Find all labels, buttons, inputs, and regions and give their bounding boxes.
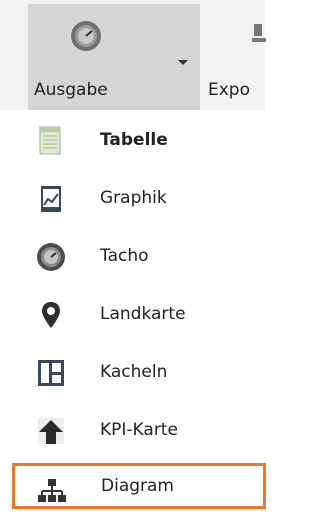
menu-item-label: Diagram [101,476,174,496]
menu-item-diagram[interactable]: Diagram [12,463,266,509]
menu-item-label: Tacho [100,246,149,266]
menu-item-graphik[interactable]: Graphik [28,176,238,222]
tiles-icon [38,360,64,386]
menu-item-kacheln[interactable]: Kacheln [28,350,238,396]
chart-icon [41,186,61,212]
chevron-down-icon [178,60,188,65]
org-chart-icon [38,479,66,502]
menu-item-label: Graphik [100,188,167,208]
table-icon [39,126,61,155]
menu-item-tacho[interactable]: Tacho [28,234,238,280]
menu-item-tabelle[interactable]: Tabelle [28,118,238,164]
export-button[interactable]: Expo [206,4,266,110]
menu-item-kpi-karte[interactable]: KPI-Karte [28,408,238,454]
export-button-label: Expo [208,80,250,100]
menu-item-label: Tabelle [100,130,168,150]
menu-item-label: KPI-Karte [100,420,178,440]
menu-item-landkarte[interactable]: Landkarte [28,292,238,338]
map-pin-icon [42,302,60,328]
export-icon [252,24,266,42]
output-button-label: Ausgabe [34,80,108,100]
gauge-icon [37,243,65,271]
output-dropdown-button[interactable]: Ausgabe [28,4,200,110]
menu-item-label: Kacheln [100,362,168,382]
ribbon: Ausgabe Expo [0,0,266,110]
kpi-arrow-icon [38,418,64,444]
gauge-icon [71,21,101,51]
menu-item-label: Landkarte [100,304,186,324]
